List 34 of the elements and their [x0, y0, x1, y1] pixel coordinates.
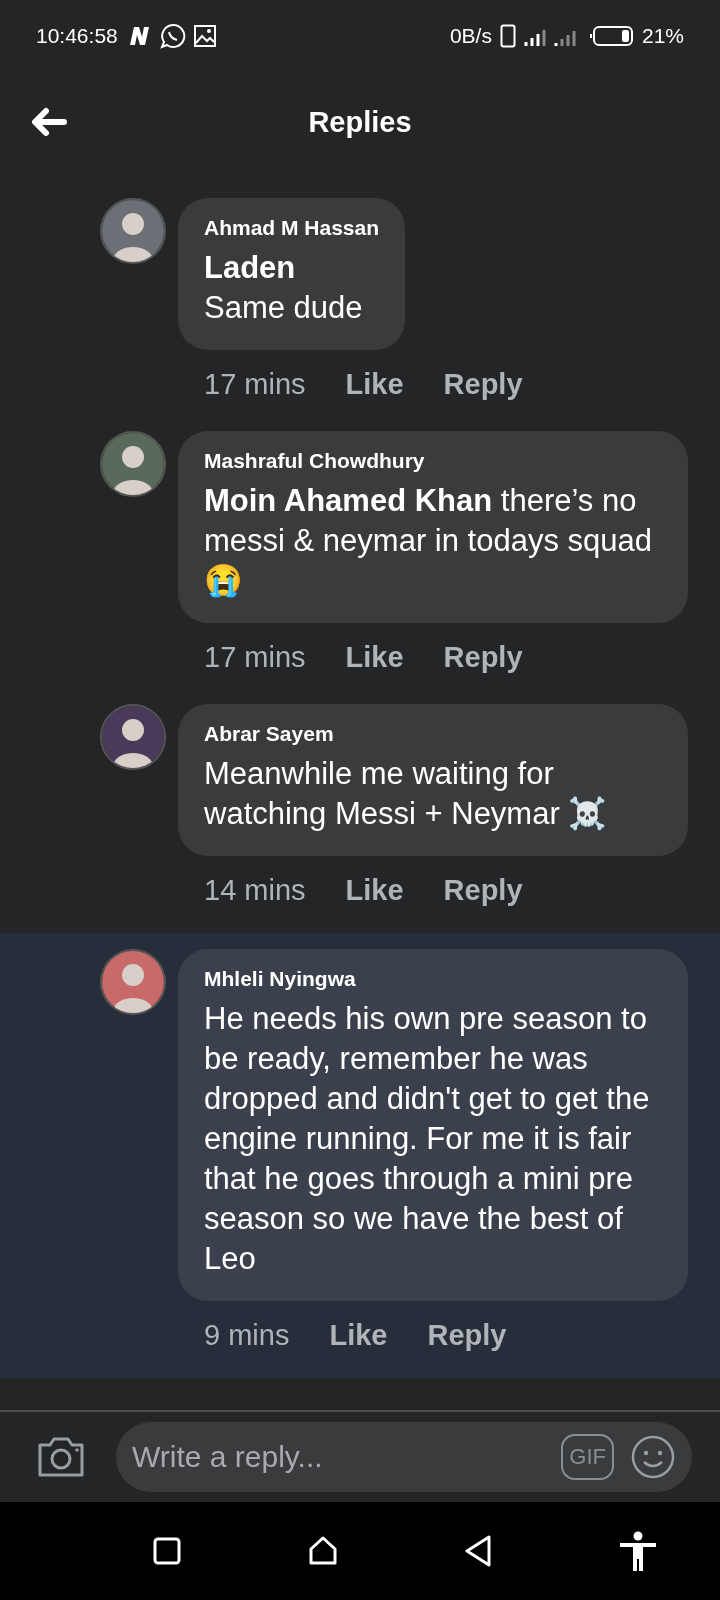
- comment-text: Meanwhile me waiting for watching Messi + Neymar ☠: [204, 756, 608, 831]
- comment-time: 17 mins: [204, 641, 306, 674]
- comment-time: 17 mins: [204, 368, 306, 401]
- phone-icon: [499, 24, 516, 48]
- clock: 10:46:58: [36, 24, 118, 48]
- author-name[interactable]: Abrar Sayem: [204, 722, 662, 746]
- reply-button[interactable]: Reply: [443, 641, 523, 674]
- comment-text: He needs his own pre season to be ready, remember he was dropped and didn't get to get the engine running. For me it is fair that he goes through a mini pre season so we have the best of Leo: [204, 1001, 650, 1276]
- author-name[interactable]: Mashraful Chowdhury: [204, 449, 662, 473]
- like-button[interactable]: Like: [345, 874, 404, 907]
- comment-text: Moin Ahamed Khan there’s no messi & neymar in todays squad 😭: [204, 483, 652, 598]
- home-button[interactable]: [307, 1536, 338, 1566]
- smiley-icon[interactable]: [630, 1434, 676, 1480]
- chat-bubble-icon: [159, 23, 186, 49]
- like-button[interactable]: Like: [345, 641, 404, 674]
- camera-icon[interactable]: [36, 1435, 86, 1479]
- network-speed: 0B/s: [449, 24, 492, 48]
- page-title: Replies: [308, 105, 412, 139]
- comment-time: 9 mins: [204, 1319, 290, 1352]
- image-icon: [193, 25, 216, 47]
- back-nav-button[interactable]: [464, 1535, 493, 1567]
- comment-text: Laden Same dude: [204, 250, 363, 325]
- battery-level: 21%: [641, 24, 684, 48]
- reply-button[interactable]: Reply: [443, 874, 523, 907]
- recents-button[interactable]: [153, 1537, 182, 1565]
- reply-button[interactable]: Reply: [443, 368, 523, 401]
- comment-time: 14 mins: [204, 874, 306, 907]
- like-button[interactable]: Like: [345, 368, 404, 401]
- author-name[interactable]: Ahmad M Hassan: [204, 216, 380, 240]
- accessibility-icon[interactable]: [618, 1531, 657, 1571]
- battery-icon: [589, 25, 634, 47]
- reply-button[interactable]: Reply: [427, 1319, 507, 1352]
- like-button[interactable]: Like: [329, 1319, 388, 1352]
- author-name[interactable]: Mhleli Nyingwa: [204, 967, 662, 991]
